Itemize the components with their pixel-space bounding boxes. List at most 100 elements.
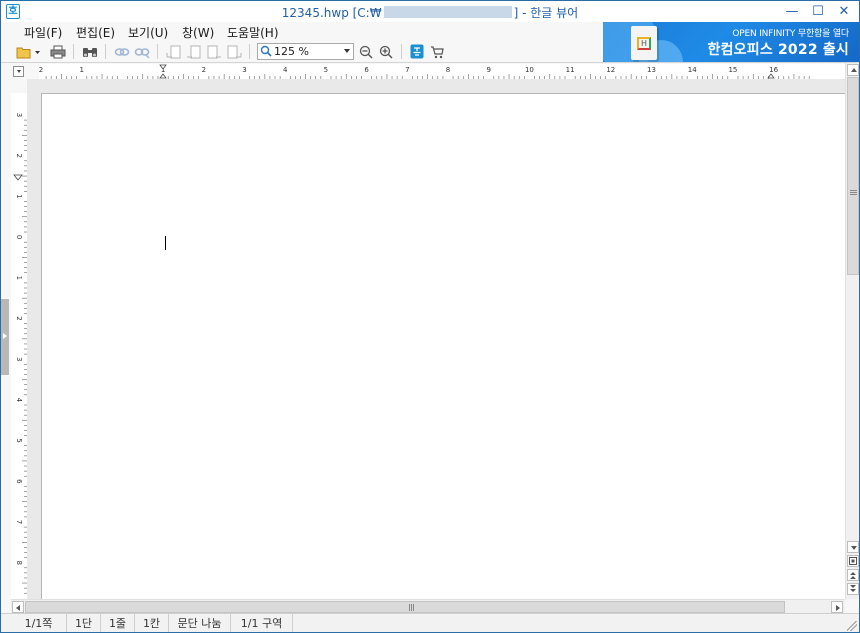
arrow-down-icon	[851, 546, 857, 550]
zoom-out-icon	[359, 45, 373, 59]
zoom-in-button[interactable]	[377, 43, 395, 60]
resize-grip-icon[interactable]	[847, 621, 857, 631]
scroll-down-button[interactable]	[847, 541, 859, 553]
ruler-label: 11	[566, 66, 575, 74]
ruler-label: 6	[364, 66, 369, 74]
cart-icon	[431, 45, 444, 58]
side-panel-handle[interactable]	[1, 299, 9, 375]
status-page: 1/1쪽	[11, 614, 67, 632]
toolbar-separator	[157, 44, 158, 59]
zoom-out-button[interactable]	[357, 43, 375, 60]
link-icon	[114, 47, 130, 56]
menu-help[interactable]: 도움말(H)	[227, 24, 279, 41]
title-suffix: ] - 한글 뷰어	[513, 6, 579, 20]
last-page-button[interactable]	[225, 43, 243, 60]
ruler-label: 3	[242, 66, 246, 74]
folder-icon	[16, 47, 40, 58]
status-insert-mode: 문단 나눔	[169, 614, 231, 632]
hancom-button[interactable]	[408, 43, 426, 60]
toolbar-separator	[105, 44, 106, 59]
double-arrow-up-icon	[850, 572, 856, 579]
ruler-label: 1	[15, 276, 23, 280]
vertical-scrollbar[interactable]	[845, 63, 859, 599]
previous-page-button[interactable]	[185, 43, 203, 60]
vertical-scroll-thumb[interactable]	[847, 77, 859, 275]
next-page-icon	[207, 45, 221, 58]
ruler-label: 7	[15, 520, 23, 524]
vertical-ruler[interactable]: 3210123456789	[11, 93, 27, 599]
minimize-button[interactable]: —	[779, 1, 805, 22]
zoom-select[interactable]: 125 %	[257, 43, 354, 60]
window-title: 12345.hwp [C:₩ ] - 한글 뷰어	[1, 4, 859, 21]
banner-tagline: OPEN INFINITY 무한함을 열다	[732, 29, 849, 39]
menu-view[interactable]: 보기(U)	[128, 24, 168, 41]
menu-window[interactable]: 창(W)	[182, 24, 214, 41]
document-area[interactable]	[27, 79, 845, 599]
ruler-label: 8	[446, 66, 450, 74]
hancom-logo-icon	[410, 44, 424, 59]
next-page-scroll-button[interactable]	[847, 583, 859, 595]
hancom-office-logo-icon: H	[637, 37, 651, 50]
grip-icon	[409, 604, 410, 611]
ruler-label: 4	[283, 66, 288, 74]
maximize-button[interactable]: ☐	[805, 1, 831, 22]
ruler-label: 9	[486, 66, 490, 74]
ruler-label: 5	[324, 66, 328, 74]
promo-banner[interactable]: H OPEN INFINITY 무한함을 열다 한컴오피스 2022 출시	[603, 22, 859, 62]
zoom-value: 125 %	[274, 45, 309, 58]
ruler-corner-button[interactable]	[13, 66, 24, 77]
find-button[interactable]	[81, 43, 99, 60]
open-folder-button[interactable]	[15, 43, 41, 60]
link-button[interactable]	[113, 43, 131, 60]
page-view-button[interactable]	[847, 555, 859, 567]
scroll-up-button[interactable]	[847, 64, 859, 76]
toolbar-separator	[249, 44, 250, 59]
ruler-label: 3	[15, 357, 23, 361]
toolbar-separator	[401, 44, 402, 59]
status-bar: 1/1쪽 1단 1줄 1칸 문단 나눔 1/1 구역	[1, 613, 859, 632]
magnifier-icon	[260, 45, 272, 57]
next-page-button[interactable]	[205, 43, 223, 60]
menu-file[interactable]: 파일(F)	[24, 24, 62, 41]
print-button[interactable]	[49, 43, 67, 60]
toolbar-divider	[1, 62, 859, 63]
double-arrow-down-icon	[850, 585, 856, 592]
scroll-right-button[interactable]	[831, 601, 843, 613]
title-prefix: 12345.hwp [C:₩	[281, 6, 382, 20]
unlink-button[interactable]	[133, 43, 151, 60]
ruler-label: 14	[688, 66, 697, 74]
page-view-icon	[849, 557, 857, 565]
first-page-button[interactable]	[165, 43, 183, 60]
text-cursor	[165, 236, 166, 250]
binoculars-icon	[83, 47, 97, 57]
menu-edit[interactable]: 편집(E)	[76, 24, 115, 41]
ruler-label: 5	[15, 438, 23, 442]
close-button[interactable]: ✕	[831, 1, 857, 22]
previous-page-icon	[187, 45, 201, 58]
title-bar[interactable]: 호 12345.hwp [C:₩] - 한글 뷰어 — ☐ ✕	[1, 1, 859, 22]
last-page-icon	[227, 45, 242, 58]
ruler-label: 6	[15, 479, 23, 484]
document-page[interactable]	[41, 93, 845, 599]
shop-button[interactable]	[428, 43, 446, 60]
ruler-label: 10	[525, 66, 534, 74]
grip-icon	[850, 190, 857, 191]
chevron-down-icon[interactable]	[344, 49, 350, 53]
zoom-in-icon	[379, 45, 393, 59]
arrow-up-icon	[851, 68, 857, 72]
horizontal-ruler[interactable]: 2 1 1 2 3 4 5 6 7 8 9 10 11 12 13 14 15 16	[39, 64, 845, 79]
ruler-label: 4	[15, 398, 23, 403]
status-column: 1단	[67, 614, 101, 632]
toolbar: 125 %	[1, 41, 601, 62]
unlink-icon	[134, 47, 150, 58]
ruler-label: 2	[39, 66, 43, 74]
horizontal-scroll-thumb[interactable]	[25, 601, 785, 613]
ruler-label: 8	[15, 560, 23, 564]
scroll-left-button[interactable]	[12, 601, 24, 613]
status-char: 1칸	[135, 614, 169, 632]
horizontal-scrollbar[interactable]	[11, 599, 845, 613]
previous-page-scroll-button[interactable]	[847, 569, 859, 581]
status-line: 1줄	[101, 614, 135, 632]
ruler-label: 15	[728, 66, 737, 74]
ruler-label: 7	[405, 66, 409, 74]
